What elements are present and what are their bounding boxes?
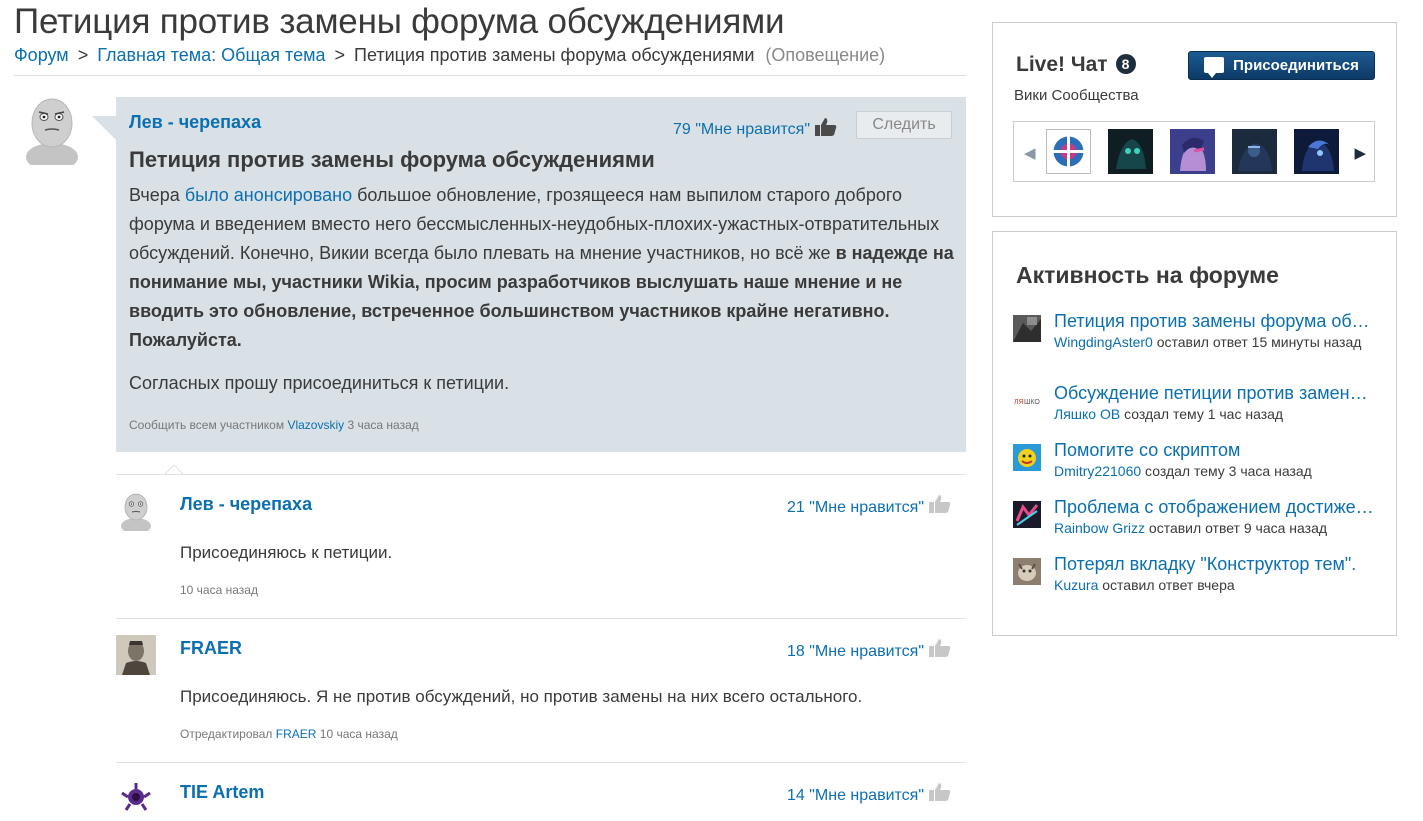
- post-meta-prefix: Сообщить всем участником: [129, 418, 285, 432]
- default-avatar-icon[interactable]: [22, 97, 82, 165]
- likes-count: 79 "Мне нравится": [673, 121, 810, 138]
- follow-button[interactable]: Следить: [856, 111, 952, 139]
- reply: Лев - черепаха 21 "Мне нравится" Присоед…: [116, 474, 966, 618]
- chat-user-avatar[interactable]: [1232, 129, 1277, 174]
- reply-author-link[interactable]: TIE Artem: [180, 782, 264, 803]
- likes-count: 18 "Мне нравится": [787, 643, 924, 660]
- join-chat-label: Присоединиться: [1233, 57, 1359, 74]
- svg-text:ЛЯ: ЛЯ: [1014, 399, 1024, 406]
- activity-action: создал тему 1 час назад: [1124, 406, 1284, 422]
- chat-user-avatar[interactable]: [1046, 129, 1091, 174]
- post-body-text: Вчера: [129, 185, 185, 205]
- post-title: Петиция против замены форума обсуждениям…: [129, 147, 655, 172]
- chat-module: Live! Чат 8 Вики Сообщества Присоединитьс…: [992, 22, 1397, 217]
- user-avatar[interactable]: [1013, 315, 1041, 342]
- reply: FRAER 18 "Мне нравится" Присоединяюсь. Я…: [116, 618, 966, 762]
- chat-users-carousel: ◀ ▶: [1013, 121, 1375, 182]
- activity-user-link[interactable]: Dmitry221060: [1054, 463, 1141, 479]
- carousel-prev-icon[interactable]: ◀: [1024, 144, 1036, 162]
- divider: [14, 75, 966, 76]
- thumbs-up-icon[interactable]: [814, 117, 838, 137]
- reply-meta-time: 10 часа назад: [319, 727, 398, 741]
- page-title: Петиция против замены форума обсуждениям…: [14, 2, 785, 41]
- user-avatar[interactable]: [116, 779, 156, 819]
- activity-thread-link[interactable]: Петиция против замены форума обсуждениям…: [1054, 311, 1374, 332]
- announcement-link[interactable]: было анонсировано: [185, 185, 352, 205]
- carousel-next-icon[interactable]: ▶: [1354, 144, 1366, 162]
- reply-text: Присоединяюсь к петиции.: [180, 543, 393, 562]
- forum-activity-module: Активность на форуме Петиция против заме…: [992, 231, 1397, 636]
- activity-meta: Dmitry221060 создал тему 3 часа назад: [1054, 463, 1366, 479]
- activity-title: Активность на форуме: [1016, 262, 1279, 288]
- activity-user-link[interactable]: Rainbow Grizz: [1054, 520, 1145, 536]
- breadcrumb: Форум > Главная тема: Общая тема > Петиция п…: [14, 45, 885, 66]
- reply-likes[interactable]: 14 "Мне нравится": [787, 782, 952, 805]
- activity-thread-link[interactable]: Помогите со скриптом: [1054, 440, 1374, 461]
- reply-meta: 10 часа назад: [180, 583, 258, 597]
- post-body-closing: Согласных прошу присоединиться к петиции…: [129, 373, 510, 393]
- main-post: Лев - черепаха 79 "Мне нравится" Следить…: [116, 97, 966, 452]
- activity-meta: WingdingAster0 оставил ответ 15 минуты н…: [1054, 334, 1366, 350]
- chat-title-text: Live! Чат: [1016, 53, 1108, 76]
- reply-likes[interactable]: 21 "Мне нравится": [787, 494, 952, 517]
- chat-subtitle: Вики Сообщества: [1014, 87, 1139, 104]
- activity-thread-link[interactable]: Потерял вкладку "Конструктор тем".: [1054, 554, 1374, 575]
- chat-user-avatar[interactable]: [1108, 129, 1153, 174]
- post-meta: Сообщить всем участником Vlazovskiy 3 ча…: [129, 418, 419, 432]
- activity-meta: Rainbow Grizz оставил ответ 9 часа назад: [1054, 520, 1366, 536]
- activity-user-link[interactable]: WingdingAster0: [1054, 334, 1153, 350]
- reply-author-link[interactable]: Лев - черепаха: [180, 494, 312, 515]
- activity-action: оставил ответ 15 минуты назад: [1156, 334, 1362, 350]
- user-avatar[interactable]: [1013, 558, 1041, 585]
- post-meta-time: 3 часа назад: [347, 418, 419, 432]
- chat-title: Live! Чат 8: [1016, 53, 1136, 77]
- reply-meta-prefix: Отредактировал: [180, 727, 273, 741]
- user-avatar[interactable]: [1013, 444, 1041, 471]
- reply-meta-user[interactable]: FRAER: [276, 727, 317, 741]
- post-author-link[interactable]: Лев - черепаха: [129, 112, 261, 133]
- reply: TIE Artem 14 "Мне нравится": [116, 762, 966, 821]
- activity-user-link[interactable]: Ляшко ОВ: [1054, 406, 1120, 422]
- breadcrumb-note: (Оповещение): [765, 45, 886, 65]
- post-meta-user[interactable]: Vlazovskiy: [287, 418, 344, 432]
- reply-author-link[interactable]: FRAER: [180, 638, 242, 659]
- likes-count: 21 "Мне нравится": [787, 499, 924, 516]
- post-likes[interactable]: 79 "Мне нравится": [673, 117, 838, 139]
- user-avatar[interactable]: ЛЯ ШКО: [1013, 387, 1041, 414]
- post-body: Вчера было анонсировано большое обновлен…: [129, 181, 959, 355]
- activity-thread-link[interactable]: Проблема с отображением достижений: [1054, 497, 1374, 518]
- user-avatar[interactable]: [1013, 501, 1041, 528]
- likes-count: 14 "Мне нравится": [787, 787, 924, 804]
- chat-bubble-icon: [1204, 57, 1225, 78]
- breadcrumb-current: Петиция против замены форума обсуждениям…: [354, 45, 755, 65]
- activity-user-link[interactable]: Kuzura: [1054, 577, 1098, 593]
- activity-action: создал тему 3 часа назад: [1145, 463, 1312, 479]
- default-avatar-icon[interactable]: [116, 491, 156, 531]
- activity-meta: Kuzura оставил ответ вчера: [1054, 577, 1366, 593]
- reply-likes[interactable]: 18 "Мне нравится": [787, 638, 952, 661]
- chat-user-avatar[interactable]: [1170, 129, 1215, 174]
- activity-action: оставил ответ вчера: [1102, 577, 1235, 593]
- chat-user-count: 8: [1115, 54, 1136, 74]
- thumbs-up-icon[interactable]: [928, 782, 952, 802]
- reply-text: Присоединяюсь. Я не против обсуждений, н…: [180, 687, 863, 706]
- join-chat-button[interactable]: Присоединиться: [1188, 51, 1375, 80]
- svg-text:ШКО: ШКО: [1024, 399, 1040, 406]
- chat-user-avatar[interactable]: [1294, 129, 1339, 174]
- thumbs-up-icon[interactable]: [928, 494, 952, 514]
- breadcrumb-forum[interactable]: Форум: [14, 45, 69, 65]
- breadcrumb-separator: >: [334, 45, 345, 65]
- post-pointer: [92, 116, 116, 140]
- breadcrumb-separator: >: [77, 45, 89, 65]
- thumbs-up-icon[interactable]: [928, 638, 952, 658]
- user-avatar[interactable]: [116, 635, 156, 675]
- reply-meta-time: 10 часа назад: [180, 583, 258, 597]
- activity-meta: Ляшко ОВ создал тему 1 час назад: [1054, 406, 1366, 422]
- activity-action: оставил ответ 9 часа назад: [1148, 520, 1328, 536]
- reply-meta: Отредактировал FRAER 10 часа назад: [180, 727, 398, 741]
- activity-thread-link[interactable]: Обсуждение петиции против замены форума: [1054, 383, 1374, 404]
- breadcrumb-topic[interactable]: Главная тема: Общая тема: [97, 45, 325, 65]
